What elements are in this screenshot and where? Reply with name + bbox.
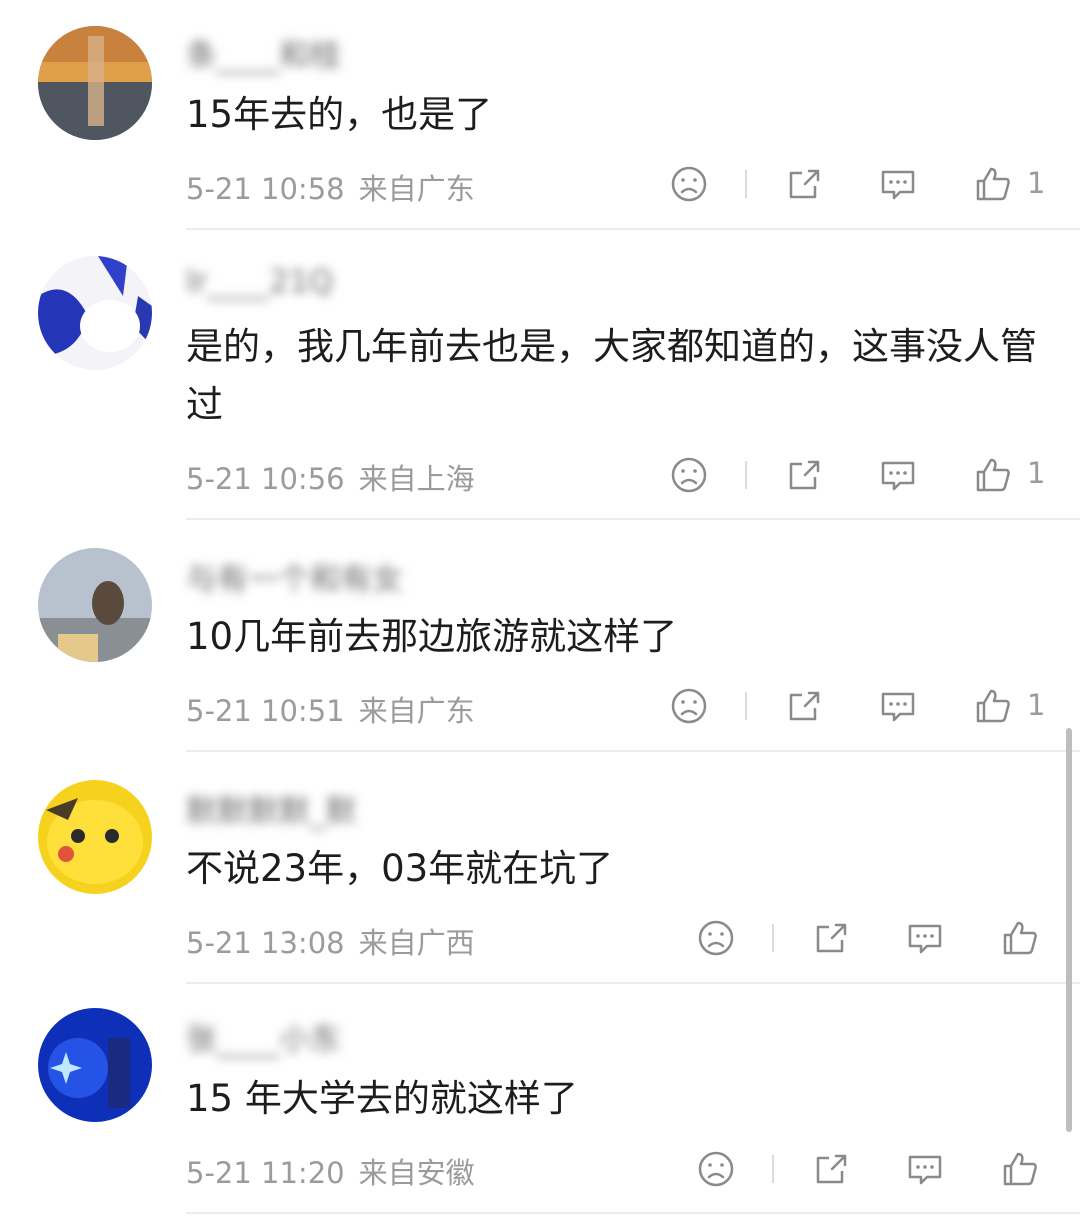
comment-meta: 5-21 10:56 来自上海 <box>186 456 475 498</box>
comment-bubble-icon[interactable] <box>905 1149 945 1189</box>
username[interactable]: 默默默默_默 <box>186 786 357 831</box>
avatar[interactable] <box>38 548 152 662</box>
username[interactable]: 与有一个和有女 <box>186 554 403 599</box>
sad-face-icon[interactable] <box>696 1149 736 1189</box>
thumbs-up-icon[interactable] <box>1000 918 1040 958</box>
timestamp: 5-21 11:20 <box>186 1156 345 1190</box>
divider <box>772 1155 774 1183</box>
thumbs-up-icon[interactable] <box>1000 1149 1040 1189</box>
share-icon[interactable] <box>785 686 825 726</box>
scrollbar[interactable] <box>1066 728 1072 1132</box>
location: 来自广东 <box>358 694 475 728</box>
share-icon[interactable] <box>812 918 852 958</box>
avatar[interactable] <box>38 26 152 140</box>
divider <box>745 170 747 198</box>
comment-divider <box>186 228 1080 230</box>
avatar[interactable] <box>38 780 152 894</box>
comment-bubble-icon[interactable] <box>905 918 945 958</box>
comment-meta: 5-21 11:20 来自安徽 <box>186 1150 475 1192</box>
username[interactable]: 条____和桂 <box>186 30 341 75</box>
comment-meta: 5-21 13:08 来自广西 <box>186 920 475 962</box>
thumbs-up-icon[interactable] <box>973 164 1013 204</box>
share-icon[interactable] <box>785 164 825 204</box>
comment-bubble-icon[interactable] <box>878 686 918 726</box>
avatar[interactable] <box>38 256 152 370</box>
share-icon[interactable] <box>812 1149 852 1189</box>
comment-divider <box>186 518 1080 520</box>
comment-divider <box>186 750 1080 752</box>
username[interactable]: lr____21Q <box>186 264 333 300</box>
location: 来自安徽 <box>358 1156 475 1190</box>
divider <box>745 692 747 720</box>
comment-meta: 5-21 10:51 来自广东 <box>186 688 475 730</box>
username[interactable]: 张____小东 <box>186 1014 341 1059</box>
like-count: 1 <box>1027 688 1046 722</box>
thumbs-up-icon[interactable] <box>973 686 1013 726</box>
thumbs-up-icon[interactable] <box>973 455 1013 495</box>
divider <box>745 461 747 489</box>
timestamp: 5-21 10:58 <box>186 172 345 206</box>
divider <box>772 924 774 952</box>
avatar[interactable] <box>38 1008 152 1122</box>
location: 来自广西 <box>358 926 475 960</box>
share-icon[interactable] <box>785 455 825 495</box>
comment-bubble-icon[interactable] <box>878 455 918 495</box>
comment-text: 15年去的，也是了 <box>186 93 493 136</box>
comment-text: 10几年前去那边旅游就这样了 <box>186 615 678 658</box>
location: 来自广东 <box>358 172 475 206</box>
sad-face-icon[interactable] <box>669 164 709 204</box>
sad-face-icon[interactable] <box>669 455 709 495</box>
comment-divider <box>186 982 1080 984</box>
like-count: 1 <box>1027 166 1046 200</box>
comment-meta: 5-21 10:58 来自广东 <box>186 166 475 208</box>
like-count: 1 <box>1027 456 1046 490</box>
comment-bubble-icon[interactable] <box>878 164 918 204</box>
comment-divider <box>186 1212 1080 1214</box>
sad-face-icon[interactable] <box>669 686 709 726</box>
timestamp: 5-21 10:51 <box>186 694 345 728</box>
comment-text: 是的，我几年前去也是，大家都知道的，这事没人管过 <box>186 325 1037 426</box>
timestamp: 5-21 10:56 <box>186 462 345 496</box>
location: 来自上海 <box>358 462 475 496</box>
sad-face-icon[interactable] <box>696 918 736 958</box>
comment-text: 不说23年，03年就在坑了 <box>186 847 614 890</box>
comment-text: 15 年大学去的就这样了 <box>186 1077 578 1120</box>
timestamp: 5-21 13:08 <box>186 926 345 960</box>
